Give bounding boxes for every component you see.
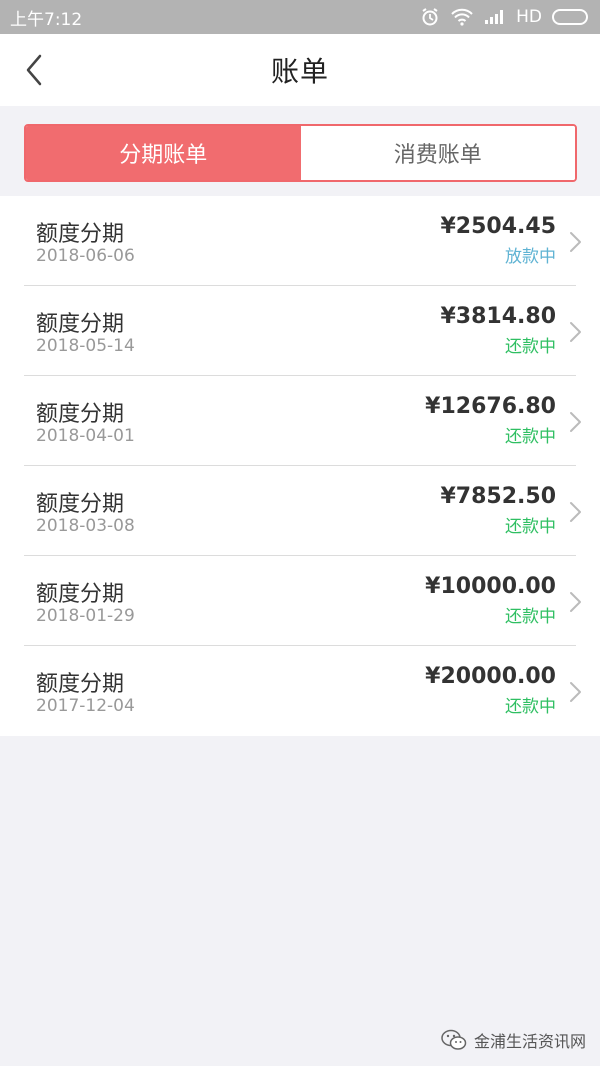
- alarm-icon: [420, 7, 440, 27]
- bill-title: 额度分期: [36, 492, 125, 517]
- bill-row[interactable]: 额度分期 2017-12-04 ¥20000.00 还款中: [0, 646, 600, 736]
- watermark-text: 金浦生活资讯网: [473, 1032, 586, 1051]
- bill-row[interactable]: 额度分期 2018-03-08 ¥7852.50 还款中: [0, 466, 600, 556]
- back-button[interactable]: [14, 50, 54, 90]
- wifi-icon: [450, 8, 474, 26]
- bill-status: 还款中: [505, 607, 556, 627]
- bill-amount: ¥2504.45: [440, 214, 556, 239]
- bill-row[interactable]: 额度分期 2018-04-01 ¥12676.80 还款中: [0, 376, 600, 466]
- bill-type-tabs: 分期账单 消费账单: [24, 124, 577, 182]
- chevron-right-icon: [570, 322, 581, 342]
- bill-date: 2018-03-08: [36, 516, 135, 536]
- tab-area: 分期账单 消费账单: [0, 106, 600, 196]
- bill-title: 额度分期: [36, 312, 125, 337]
- bill-amount: ¥20000.00: [425, 664, 556, 689]
- bill-status: 还款中: [505, 697, 556, 717]
- chevron-right-icon: [570, 592, 581, 612]
- bill-status: 放款中: [505, 247, 556, 267]
- bill-date: 2018-01-29: [36, 606, 135, 626]
- bill-date: 2018-05-14: [36, 336, 135, 356]
- wechat-icon: [441, 1029, 467, 1050]
- bill-amount: ¥7852.50: [440, 484, 556, 509]
- tab-consumption-bills[interactable]: 消费账单: [300, 126, 575, 180]
- bill-status: 还款中: [505, 337, 556, 357]
- bill-date: 2018-04-01: [36, 426, 135, 446]
- bill-amount: ¥3814.80: [440, 304, 556, 329]
- status-icons: HD: [420, 7, 588, 27]
- bill-title: 额度分期: [36, 402, 125, 427]
- signal-icon: [484, 9, 506, 25]
- bill-date: 2017-12-04: [36, 696, 135, 716]
- network-type: HD: [516, 7, 542, 27]
- bill-list: 额度分期 2018-06-06 ¥2504.45 放款中 额度分期 2018-05-14 ¥…: [0, 196, 600, 736]
- chevron-left-icon: [26, 54, 42, 86]
- tab-installment-bills[interactable]: 分期账单: [26, 126, 301, 180]
- bill-row[interactable]: 额度分期 2018-06-06 ¥2504.45 放款中: [0, 196, 600, 286]
- bill-title: 额度分期: [36, 222, 125, 247]
- bill-status: 还款中: [505, 427, 556, 447]
- page-title: 账单: [270, 55, 329, 88]
- chevron-right-icon: [570, 412, 581, 432]
- chevron-right-icon: [570, 232, 581, 252]
- bill-status: 还款中: [505, 517, 556, 537]
- bill-amount: ¥12676.80: [425, 394, 556, 419]
- nav-bar: 账单: [0, 34, 600, 106]
- battery-icon: [552, 9, 588, 25]
- bill-date: 2018-06-06: [36, 246, 135, 266]
- bill-title: 额度分期: [36, 672, 125, 697]
- bill-amount: ¥10000.00: [425, 574, 556, 599]
- status-bar: 上午7:12 HD: [0, 0, 600, 34]
- bill-row[interactable]: 额度分期 2018-01-29 ¥10000.00 还款中: [0, 556, 600, 646]
- chevron-right-icon: [570, 682, 581, 702]
- chevron-right-icon: [570, 502, 581, 522]
- bill-row[interactable]: 额度分期 2018-05-14 ¥3814.80 还款中: [0, 286, 600, 376]
- watermark: 金浦生活资讯网: [440, 1028, 586, 1052]
- status-time: 上午7:12: [10, 9, 83, 30]
- bill-title: 额度分期: [36, 582, 125, 607]
